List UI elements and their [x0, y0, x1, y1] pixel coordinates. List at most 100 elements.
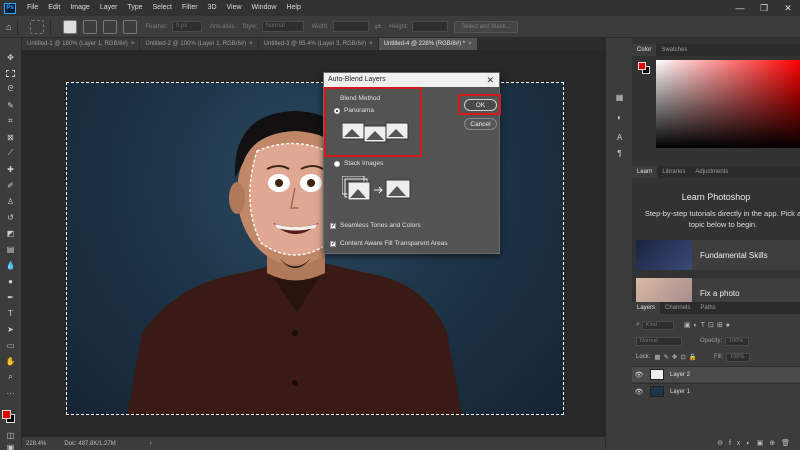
type-icon[interactable]: T: [4, 308, 17, 318]
menu-3d[interactable]: 3D: [203, 0, 222, 16]
color-foreground-swatch[interactable]: [638, 62, 646, 70]
seamless-tones-label[interactable]: Seamless Tones and Colors: [340, 222, 421, 229]
color-picker-field[interactable]: [656, 60, 800, 148]
tab-untitled-4[interactable]: Untitled-4 @ 228% (RGB/8#) * ×: [378, 38, 477, 50]
swap-icon[interactable]: ⇄: [375, 22, 382, 31]
menu-view[interactable]: View: [222, 0, 247, 16]
close-icon[interactable]: ×: [369, 41, 373, 47]
maximize-icon[interactable]: ❐: [752, 0, 776, 16]
character-icon[interactable]: A: [614, 132, 625, 142]
menu-select[interactable]: Select: [148, 0, 177, 16]
marquee-icon[interactable]: [4, 68, 17, 78]
cancel-button[interactable]: Cancel: [464, 118, 497, 130]
close-icon[interactable]: ✕: [776, 0, 800, 16]
zoom-level[interactable]: 228.4%: [26, 441, 46, 447]
tab-layers[interactable]: Layers: [632, 302, 661, 314]
status-arrow-icon[interactable]: ›: [150, 441, 152, 447]
content-aware-label[interactable]: Content Aware Fill Transparent Areas: [340, 240, 448, 247]
blend-mode-select[interactable]: Normal: [636, 336, 682, 346]
gradient-icon[interactable]: ▤: [4, 244, 17, 254]
height-input[interactable]: [412, 21, 449, 32]
tab-swatches[interactable]: Swatches: [656, 44, 692, 56]
stamp-icon[interactable]: ♙: [4, 196, 17, 206]
brush-icon[interactable]: ✐: [4, 180, 17, 190]
content-aware-checkbox[interactable]: ✓: [330, 241, 336, 247]
menu-window[interactable]: Window: [247, 0, 282, 16]
tab-color[interactable]: Color: [632, 44, 657, 56]
menu-help[interactable]: Help: [281, 0, 305, 16]
menu-edit[interactable]: Edit: [43, 0, 65, 16]
eraser-icon[interactable]: ◩: [4, 228, 17, 238]
tab-adjustments[interactable]: Adjustments: [690, 166, 733, 178]
tab-channels[interactable]: Channels: [660, 302, 695, 314]
antialias-label[interactable]: Anti-alias: [210, 24, 235, 30]
healing-icon[interactable]: ✚: [4, 164, 17, 174]
marquee-tool-preset-icon[interactable]: [30, 19, 45, 34]
menu-layer[interactable]: Layer: [95, 0, 123, 16]
menu-image[interactable]: Image: [65, 0, 94, 16]
screen-mode-icon[interactable]: ▣: [4, 442, 17, 450]
tab-paths[interactable]: Paths: [695, 302, 720, 314]
foreground-color-swatch[interactable]: [2, 410, 11, 419]
rectangle-icon[interactable]: ▭: [4, 340, 17, 350]
blur-icon[interactable]: 💧: [4, 260, 17, 270]
panorama-label[interactable]: Panorama: [344, 107, 374, 114]
close-icon[interactable]: ×: [249, 41, 253, 47]
kind-filter[interactable]: Kind: [641, 320, 674, 330]
filter-icons[interactable]: ▣◐T⊡⊞●: [684, 321, 733, 329]
visibility-eye-icon[interactable]: 👁: [632, 371, 646, 379]
zoom-icon[interactable]: ⌕: [4, 372, 17, 382]
menu-file[interactable]: File: [22, 0, 43, 16]
intersect-selection-icon[interactable]: [123, 19, 138, 34]
style-select[interactable]: Normal: [261, 21, 304, 32]
dodge-icon[interactable]: ●: [4, 276, 17, 286]
add-selection-icon[interactable]: [83, 19, 98, 34]
frame-icon[interactable]: ⊠: [4, 132, 17, 142]
photoshop-logo-icon[interactable]: Ps: [4, 2, 16, 14]
close-icon[interactable]: ×: [131, 41, 135, 47]
subtract-selection-icon[interactable]: [103, 19, 118, 34]
ok-button[interactable]: OK: [464, 99, 497, 111]
tab-libraries[interactable]: Libraries: [657, 166, 690, 178]
fill-input[interactable]: 100%: [726, 352, 751, 362]
tab-untitled-2[interactable]: Untitled-2 @ 100% (Layer 1, RGB/8#) ×: [140, 38, 258, 50]
menu-filter[interactable]: Filter: [177, 0, 203, 16]
close-icon[interactable]: ✕: [486, 73, 494, 87]
opacity-input[interactable]: 100%: [725, 336, 750, 346]
more-icon[interactable]: ···: [4, 388, 17, 398]
visibility-eye-icon[interactable]: 👁: [632, 388, 646, 396]
tab-learn[interactable]: Learn: [632, 166, 658, 178]
new-selection-icon[interactable]: [63, 19, 78, 34]
hand-icon[interactable]: ✋: [4, 356, 17, 366]
select-and-mask-button[interactable]: Select and Mask...: [454, 20, 518, 33]
lock-icons[interactable]: ▦✎✥⊡🔒: [654, 353, 700, 361]
properties-icon[interactable]: ◐: [614, 112, 625, 122]
close-icon[interactable]: ×: [468, 41, 472, 47]
stack-images-label[interactable]: Stack Images: [344, 160, 383, 167]
eyedropper-icon[interactable]: ⟋: [4, 148, 17, 158]
home-icon[interactable]: ⌂: [6, 22, 11, 32]
quick-mask-icon[interactable]: ◫: [4, 430, 17, 440]
minimize-icon[interactable]: —: [728, 0, 752, 16]
layers-footer-icons[interactable]: ⊖fx◐▣⊕🗑: [632, 436, 800, 450]
tab-untitled-1[interactable]: Untitled-1 @ 180% (Layer 1, RGB/8#) ×: [22, 38, 140, 50]
menu-type[interactable]: Type: [122, 0, 147, 16]
history-icon[interactable]: ▦: [614, 92, 625, 102]
move-icon[interactable]: ✥: [4, 52, 17, 62]
panorama-radio[interactable]: [334, 108, 340, 114]
layer-row-layer-1[interactable]: 👁 Layer 1: [632, 383, 800, 399]
history-brush-icon[interactable]: ↺: [4, 212, 17, 222]
stack-images-radio[interactable]: [334, 161, 340, 167]
lasso-icon[interactable]: ᘓ: [4, 84, 17, 94]
pen-icon[interactable]: ✒: [4, 292, 17, 302]
learn-card-fundamental[interactable]: Fundamental Skills: [636, 240, 800, 270]
width-input[interactable]: [332, 21, 369, 32]
paragraph-icon[interactable]: ¶: [614, 148, 625, 158]
crop-icon[interactable]: ⌗: [4, 116, 17, 126]
quick-select-icon[interactable]: ✎: [4, 100, 17, 110]
tab-untitled-3[interactable]: Untitled-3 @ 95.4% (Layer 3, RGB/8#) ×: [258, 38, 378, 50]
seamless-tones-checkbox[interactable]: ✓: [330, 223, 336, 229]
feather-input[interactable]: 0 px: [171, 21, 202, 32]
path-select-icon[interactable]: ➤: [4, 324, 17, 334]
layer-row-layer-2[interactable]: 👁 Layer 2: [632, 366, 800, 382]
